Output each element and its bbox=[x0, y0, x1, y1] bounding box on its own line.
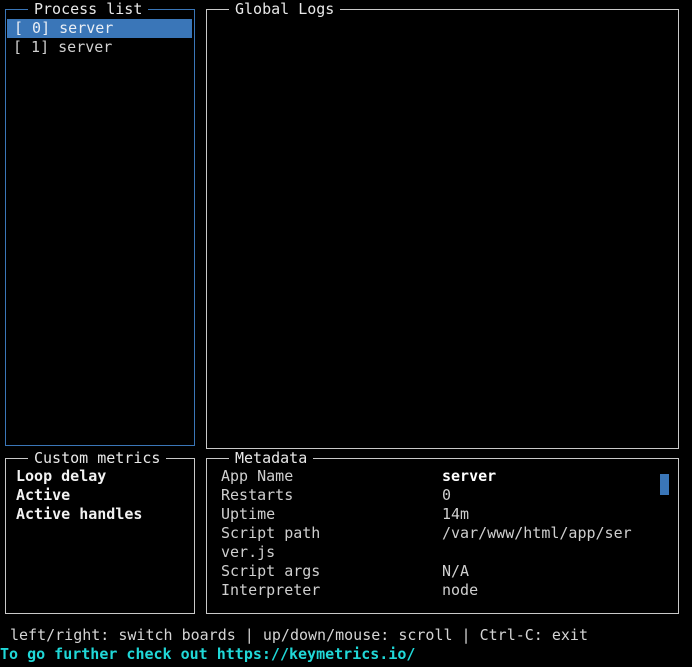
metadata-title: Metadata bbox=[229, 449, 314, 468]
metadata-row: Script args N/A bbox=[207, 562, 678, 581]
custom-metrics-title: Custom metrics bbox=[28, 449, 167, 468]
metadata-row: Uptime 14m bbox=[207, 505, 678, 524]
footer: left/right: switch boards | up/down/mous… bbox=[0, 626, 692, 667]
metadata-value: N/A bbox=[442, 562, 470, 580]
metadata-label: Script args bbox=[221, 562, 321, 580]
metadata-label: Uptime bbox=[221, 505, 276, 523]
global-logs-panel[interactable]: Global Logs bbox=[206, 0, 679, 449]
custom-metric-item: Active handles bbox=[16, 505, 143, 523]
metadata-row: Restarts 0 bbox=[207, 486, 678, 505]
metadata-label: App Name bbox=[221, 467, 294, 485]
process-list-body[interactable]: [ 0] server [ 1] server bbox=[6, 19, 194, 444]
process-list-item[interactable]: [ 1] server bbox=[6, 38, 194, 57]
process-list-panel[interactable]: Process list [ 0] server [ 1] server bbox=[5, 0, 195, 446]
metadata-label: Script path bbox=[221, 524, 321, 542]
global-logs-body[interactable] bbox=[207, 20, 678, 447]
metadata-value-wrapped: ver.js bbox=[221, 543, 276, 561]
metadata-row: Interpreter node bbox=[207, 581, 678, 600]
metadata-row: App Name server bbox=[207, 467, 678, 486]
metadata-label: Restarts bbox=[221, 486, 294, 504]
metadata-value: 0 bbox=[442, 486, 452, 504]
process-list-title: Process list bbox=[28, 0, 149, 19]
metadata-scrollbar[interactable] bbox=[660, 474, 669, 495]
metadata-value: /var/www/html/app/ser bbox=[442, 524, 632, 542]
metadata-label: Interpreter bbox=[221, 581, 321, 599]
metadata-row-continuation: ver.js bbox=[207, 543, 678, 562]
metadata-panel[interactable]: Metadata App Name server Restarts 0 Upti… bbox=[206, 449, 679, 614]
footer-keymetrics-link[interactable]: To go further check out https://keymetri… bbox=[0, 645, 692, 664]
custom-metric-item: Loop delay bbox=[16, 467, 107, 485]
process-list-item[interactable]: [ 0] server bbox=[7, 19, 192, 38]
metadata-row: Script path /var/www/html/app/ser bbox=[207, 524, 678, 543]
global-logs-title: Global Logs bbox=[229, 0, 341, 19]
custom-metrics-body[interactable]: Loop delay Active Active handles bbox=[6, 467, 194, 612]
custom-metrics-panel[interactable]: Custom metrics Loop delay Active Active … bbox=[5, 449, 195, 614]
metadata-body[interactable]: App Name server Restarts 0 Uptime 14m Sc… bbox=[207, 467, 678, 612]
metadata-value: server bbox=[442, 467, 497, 485]
custom-metric-item: Active bbox=[16, 486, 71, 504]
metadata-value: node bbox=[442, 581, 479, 599]
metadata-value: 14m bbox=[442, 505, 470, 523]
footer-help-text: left/right: switch boards | up/down/mous… bbox=[10, 626, 588, 644]
